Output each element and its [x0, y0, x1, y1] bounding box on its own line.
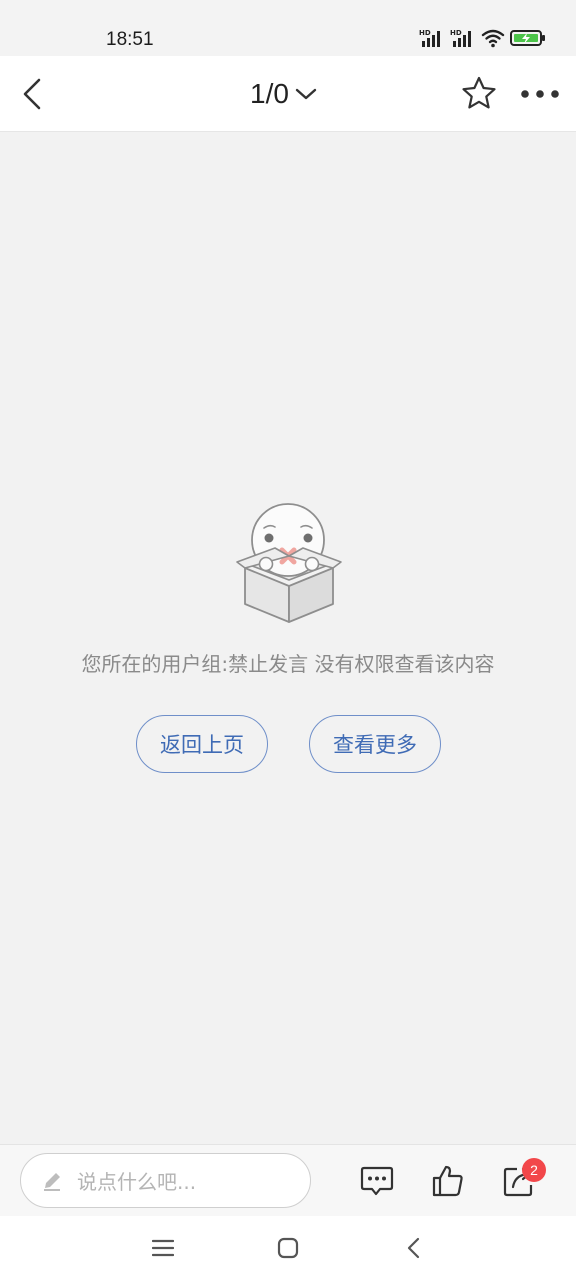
- home-button[interactable]: [268, 1230, 308, 1266]
- view-more-button[interactable]: 查看更多: [309, 715, 441, 773]
- back-icon: [407, 1237, 420, 1259]
- home-icon: [277, 1237, 299, 1259]
- battery-charging-icon: [510, 29, 546, 51]
- menu-icon: [152, 1239, 174, 1257]
- svg-text:HD: HD: [419, 29, 431, 37]
- status-bar: 18:51 HD HD: [0, 0, 576, 56]
- svg-text:HD: HD: [450, 29, 462, 37]
- back-arrow-icon: [23, 78, 41, 110]
- bottom-action-bar: 说点什么吧... 2: [0, 1144, 576, 1216]
- status-time: 18:51: [106, 29, 154, 50]
- recent-apps-button[interactable]: [143, 1230, 183, 1266]
- chevron-down-icon: [295, 88, 317, 100]
- comment-input[interactable]: 说点什么吧...: [20, 1153, 311, 1208]
- more-dots-icon: [521, 90, 559, 98]
- comment-button[interactable]: [357, 1161, 397, 1201]
- like-button[interactable]: [428, 1161, 468, 1201]
- hd-signal-icon: HD: [419, 28, 445, 52]
- hd-signal-icon: HD: [450, 28, 476, 52]
- top-toolbar: 1/0: [0, 56, 576, 132]
- thumbs-up-icon: [432, 1165, 463, 1197]
- comment-icon: [360, 1166, 394, 1196]
- status-icons: HD HD: [419, 28, 546, 52]
- system-navigation-bar: [0, 1216, 576, 1280]
- favorite-button[interactable]: [459, 73, 499, 113]
- wifi-icon: [481, 28, 505, 52]
- no-permission-message: 您所在的用户组:禁止发言 没有权限查看该内容: [81, 652, 495, 676]
- page-indicator-text: 1/0: [250, 78, 289, 109]
- system-back-button[interactable]: [393, 1230, 433, 1266]
- sad-face-in-box-icon: [233, 502, 345, 624]
- star-icon: [462, 76, 496, 109]
- share-count-badge: 2: [522, 1158, 546, 1182]
- pencil-icon: [44, 1172, 60, 1191]
- comment-input-placeholder: 说点什么吧...: [77, 1170, 197, 1194]
- page-selector[interactable]: 1/0: [250, 76, 317, 112]
- go-back-button[interactable]: 返回上页: [136, 715, 268, 773]
- more-options-button[interactable]: [518, 76, 562, 112]
- back-button[interactable]: [12, 74, 52, 114]
